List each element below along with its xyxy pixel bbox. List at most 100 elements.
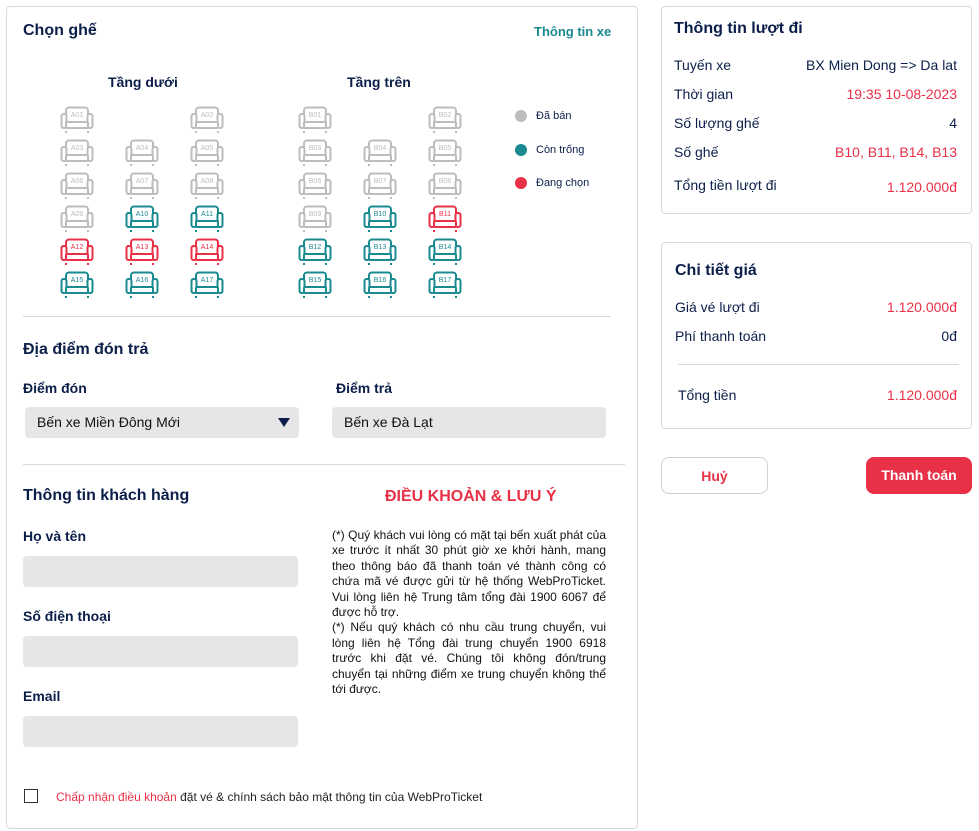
phone-label: Số điện thoại [23,608,111,624]
email-label: Email [23,688,61,704]
seat-label: B09 [308,211,322,218]
payment-fee-label: Phí thanh toán [675,328,767,344]
seat-a04: A04 [125,139,159,167]
seat-a11[interactable]: A11 [190,205,224,233]
seat-b14[interactable]: B14 [428,238,462,266]
seat-a15[interactable]: A15 [60,271,94,299]
accept-terms-text: Chấp nhận điều khoản đặt vé & chính sách… [56,790,482,804]
fare-value: 1.120.000đ [886,299,957,315]
seat-label: B04 [373,145,387,152]
seat-b12[interactable]: B12 [298,238,332,266]
seat-label: B03 [308,145,322,152]
accept-terms-rest: đặt vé & chính sách bảo mật thông tin củ… [176,790,483,804]
pickup-section-title: Địa điểm đón trả [23,341,149,358]
seat-label: A05 [200,145,214,152]
cancel-button[interactable]: Huỷ [661,457,768,494]
seat-b10[interactable]: B10 [363,205,397,233]
seat-a10[interactable]: A10 [125,205,159,233]
seat-a07: A07 [125,172,159,200]
vehicle-info-link[interactable]: Thông tin xe [534,24,611,39]
terms-title: ĐIỀU KHOẢN & LƯU Ý [385,488,557,505]
seat-a01: A01 [60,106,94,134]
seat-label: B15 [308,277,322,284]
customer-section-title: Thông tin khách hàng [23,487,190,504]
seat-b15[interactable]: B15 [298,271,332,299]
seat-a13[interactable]: A13 [125,238,159,266]
accept-terms-link[interactable]: Chấp nhận điều khoản [56,790,177,804]
seat-label: A17 [200,277,214,284]
grand-total-value: 1.120.000đ [886,387,957,403]
seat-a12[interactable]: A12 [60,238,94,266]
divider [678,364,959,365]
seat-b02: B02 [428,106,462,134]
seat-a05: A05 [190,139,224,167]
seat-a02: A02 [190,106,224,134]
seat-label: A01 [70,112,84,119]
seat-label: B08 [438,178,452,185]
name-input[interactable] [23,556,298,587]
seat-b01: B01 [298,106,332,134]
trip-seat-count-label: Số lượng ghế [674,115,760,131]
name-label: Họ và tên [23,528,87,544]
seat-a14[interactable]: A14 [190,238,224,266]
trip-seat-count-value: 4 [949,115,957,131]
accept-terms-checkbox[interactable] [24,789,38,803]
seat-label: B14 [438,244,452,251]
seat-b16[interactable]: B16 [363,271,397,299]
divider [23,464,625,465]
pay-button[interactable]: Thanh toán [866,457,972,494]
seat-a17[interactable]: A17 [190,271,224,299]
email-input[interactable] [23,716,298,747]
grand-total-label: Tổng tiền [678,387,737,403]
seat-b13[interactable]: B13 [363,238,397,266]
trip-seats-label: Số ghế [674,144,719,160]
terms-paragraph-2: (*) Nếu quý khách có nhu cầu trung chuyể… [332,620,606,697]
seat-label: B11 [439,211,451,218]
seat-label: A09 [70,211,84,218]
dropoff-field-value: Bến xe Đà Lạt [344,414,433,430]
dropoff-field[interactable]: Bến xe Đà Lạt [332,407,606,438]
legend-selected-label: Đang chọn [536,177,590,189]
trip-time-value: 19:35 10-08-2023 [846,86,957,102]
seat-label: B16 [373,277,387,284]
seat-a16[interactable]: A16 [125,271,159,299]
seat-label: A11 [201,211,213,218]
fare-label: Giá vé lượt đi [675,299,760,315]
legend-sold-dot [515,110,527,122]
trip-total-label: Tổng tiền lượt đi [674,177,777,193]
terms-text: (*) Quý khách vui lòng có mặt tại bến xu… [332,528,606,697]
upper-deck-title: Tầng trên [347,74,411,90]
seat-b17[interactable]: B17 [428,271,462,299]
seat-a03: A03 [60,139,94,167]
seat-label: A13 [135,244,149,251]
lower-deck-title: Tầng dưới [108,74,178,90]
dropoff-label: Điểm trả [336,380,393,396]
seat-label: A16 [135,277,149,284]
seat-b05: B05 [428,139,462,167]
seat-b06: B06 [298,172,332,200]
seat-b11[interactable]: B11 [428,205,462,233]
seat-section-title: Chọn ghế [23,22,97,39]
seat-label: B01 [308,112,322,119]
seat-label: A04 [135,145,149,152]
seat-label: B12 [308,244,322,251]
seat-label: B13 [373,244,387,251]
seat-b04: B04 [363,139,397,167]
seat-label: A14 [200,244,214,251]
phone-input[interactable] [23,636,298,667]
legend-sold-label: Đã bán [536,110,572,122]
seat-label: B17 [438,277,452,284]
seat-label: B07 [373,178,387,185]
trip-route-value: BX Mien Dong => Da lat [806,57,957,73]
seat-b09: B09 [298,205,332,233]
seat-label: A03 [70,145,84,152]
trip-seats-value: B10, B11, B14, B13 [835,144,957,160]
pickup-select[interactable]: Bến xe Miền Đông Mới [25,407,299,438]
pickup-select-value: Bến xe Miền Đông Mới [37,414,181,430]
trip-route-label: Tuyến xe [674,57,732,73]
trip-info-title: Thông tin lượt đi [674,20,803,37]
legend-available-dot [515,144,527,156]
seat-a08: A08 [190,172,224,200]
seat-label: A15 [70,277,84,284]
pickup-label: Điểm đón [23,380,87,396]
